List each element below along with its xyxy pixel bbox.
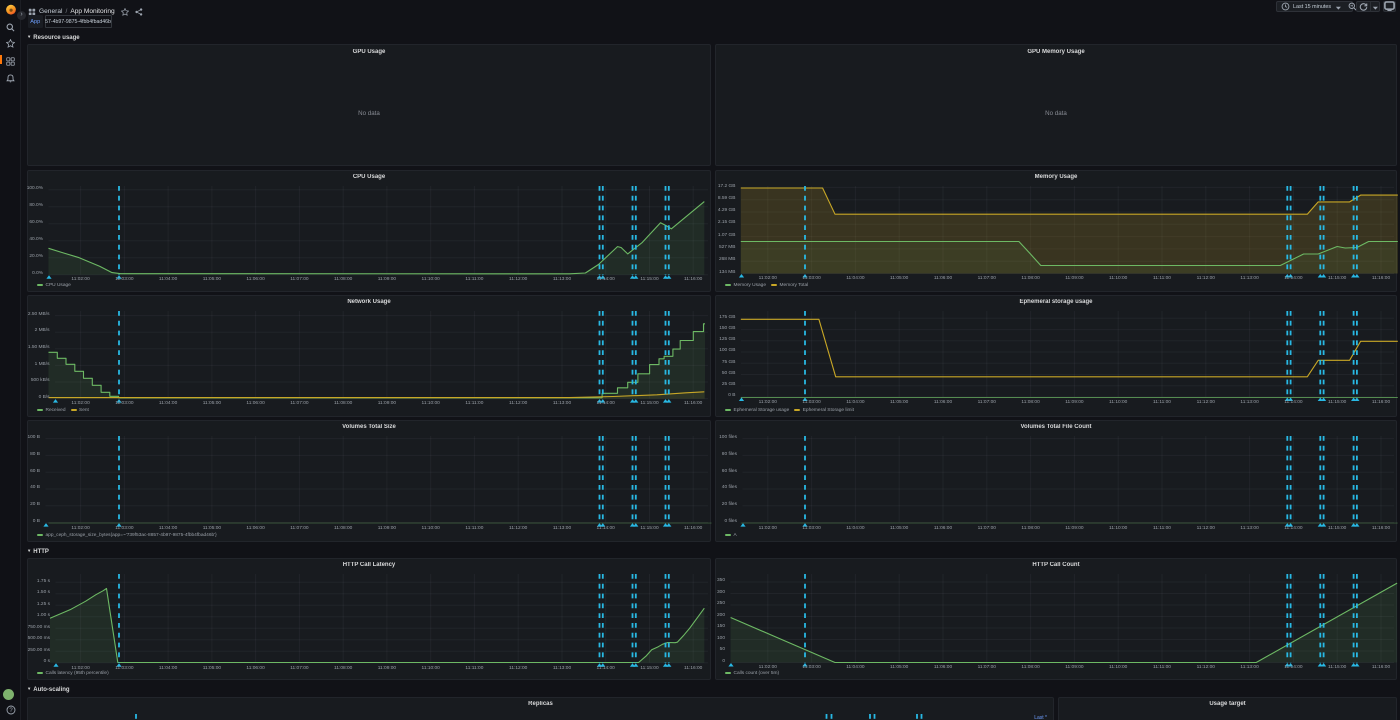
svg-text:?: ?	[9, 708, 13, 714]
